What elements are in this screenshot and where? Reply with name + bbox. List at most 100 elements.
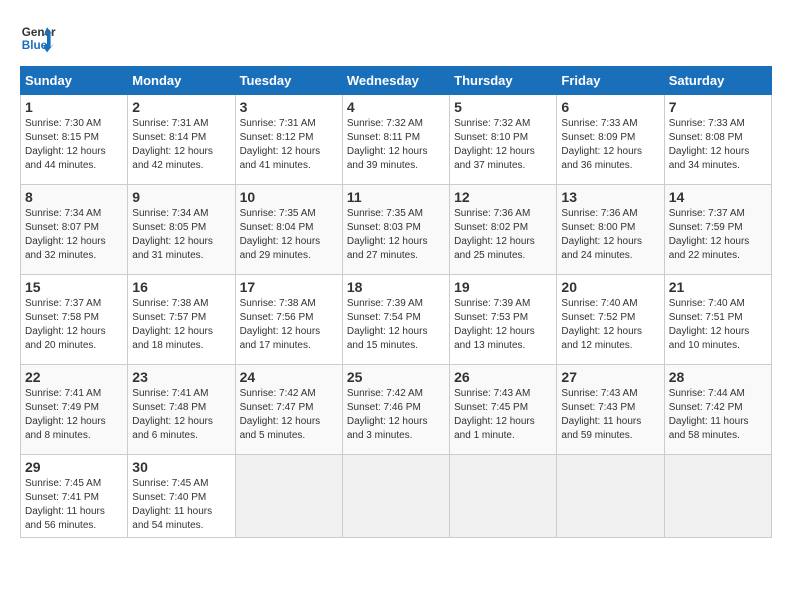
calendar-cell: 8 Sunrise: 7:34 AMSunset: 8:07 PMDayligh… (21, 185, 128, 275)
calendar-cell (235, 455, 342, 538)
day-info: Sunrise: 7:32 AMSunset: 8:11 PMDaylight:… (347, 118, 428, 171)
calendar-cell: 14 Sunrise: 7:37 AMSunset: 7:59 PMDaylig… (664, 185, 771, 275)
calendar-cell: 24 Sunrise: 7:42 AMSunset: 7:47 PMDaylig… (235, 365, 342, 455)
day-info: Sunrise: 7:44 AMSunset: 7:42 PMDaylight:… (669, 388, 749, 441)
day-info: Sunrise: 7:40 AMSunset: 7:51 PMDaylight:… (669, 298, 750, 351)
day-info: Sunrise: 7:43 AMSunset: 7:45 PMDaylight:… (454, 388, 535, 441)
day-number: 9 (132, 189, 230, 205)
day-number: 28 (669, 369, 767, 385)
calendar-cell: 17 Sunrise: 7:38 AMSunset: 7:56 PMDaylig… (235, 275, 342, 365)
day-number: 29 (25, 459, 123, 475)
day-info: Sunrise: 7:33 AMSunset: 8:09 PMDaylight:… (561, 118, 642, 171)
day-number: 30 (132, 459, 230, 475)
day-number: 6 (561, 99, 659, 115)
day-number: 27 (561, 369, 659, 385)
day-info: Sunrise: 7:41 AMSunset: 7:48 PMDaylight:… (132, 388, 213, 441)
day-number: 26 (454, 369, 552, 385)
day-info: Sunrise: 7:40 AMSunset: 7:52 PMDaylight:… (561, 298, 642, 351)
calendar-cell: 10 Sunrise: 7:35 AMSunset: 8:04 PMDaylig… (235, 185, 342, 275)
calendar-cell: 7 Sunrise: 7:33 AMSunset: 8:08 PMDayligh… (664, 95, 771, 185)
calendar-row: 8 Sunrise: 7:34 AMSunset: 8:07 PMDayligh… (21, 185, 772, 275)
calendar-cell: 20 Sunrise: 7:40 AMSunset: 7:52 PMDaylig… (557, 275, 664, 365)
day-info: Sunrise: 7:34 AMSunset: 8:05 PMDaylight:… (132, 208, 213, 261)
calendar-cell: 1 Sunrise: 7:30 AMSunset: 8:15 PMDayligh… (21, 95, 128, 185)
day-number: 20 (561, 279, 659, 295)
day-header-monday: Monday (128, 67, 235, 95)
calendar-row: 15 Sunrise: 7:37 AMSunset: 7:58 PMDaylig… (21, 275, 772, 365)
day-number: 18 (347, 279, 445, 295)
calendar-cell: 25 Sunrise: 7:42 AMSunset: 7:46 PMDaylig… (342, 365, 449, 455)
day-number: 16 (132, 279, 230, 295)
page-header: General Blue (20, 20, 772, 56)
calendar-cell: 27 Sunrise: 7:43 AMSunset: 7:43 PMDaylig… (557, 365, 664, 455)
calendar-cell: 12 Sunrise: 7:36 AMSunset: 8:02 PMDaylig… (450, 185, 557, 275)
day-info: Sunrise: 7:36 AMSunset: 8:02 PMDaylight:… (454, 208, 535, 261)
day-header-friday: Friday (557, 67, 664, 95)
day-info: Sunrise: 7:38 AMSunset: 7:56 PMDaylight:… (240, 298, 321, 351)
calendar-cell: 11 Sunrise: 7:35 AMSunset: 8:03 PMDaylig… (342, 185, 449, 275)
day-number: 14 (669, 189, 767, 205)
day-info: Sunrise: 7:36 AMSunset: 8:00 PMDaylight:… (561, 208, 642, 261)
calendar-cell: 18 Sunrise: 7:39 AMSunset: 7:54 PMDaylig… (342, 275, 449, 365)
calendar-row: 29 Sunrise: 7:45 AMSunset: 7:41 PMDaylig… (21, 455, 772, 538)
day-info: Sunrise: 7:41 AMSunset: 7:49 PMDaylight:… (25, 388, 106, 441)
day-info: Sunrise: 7:35 AMSunset: 8:04 PMDaylight:… (240, 208, 321, 261)
day-header-wednesday: Wednesday (342, 67, 449, 95)
day-info: Sunrise: 7:35 AMSunset: 8:03 PMDaylight:… (347, 208, 428, 261)
day-number: 19 (454, 279, 552, 295)
day-number: 10 (240, 189, 338, 205)
day-number: 23 (132, 369, 230, 385)
day-info: Sunrise: 7:33 AMSunset: 8:08 PMDaylight:… (669, 118, 750, 171)
day-info: Sunrise: 7:34 AMSunset: 8:07 PMDaylight:… (25, 208, 106, 261)
logo-icon: General Blue (20, 20, 56, 56)
calendar-cell: 30 Sunrise: 7:45 AMSunset: 7:40 PMDaylig… (128, 455, 235, 538)
day-number: 2 (132, 99, 230, 115)
day-info: Sunrise: 7:31 AMSunset: 8:12 PMDaylight:… (240, 118, 321, 171)
day-info: Sunrise: 7:42 AMSunset: 7:47 PMDaylight:… (240, 388, 321, 441)
day-info: Sunrise: 7:32 AMSunset: 8:10 PMDaylight:… (454, 118, 535, 171)
day-number: 25 (347, 369, 445, 385)
day-info: Sunrise: 7:37 AMSunset: 7:58 PMDaylight:… (25, 298, 106, 351)
calendar-cell: 21 Sunrise: 7:40 AMSunset: 7:51 PMDaylig… (664, 275, 771, 365)
day-number: 24 (240, 369, 338, 385)
day-number: 21 (669, 279, 767, 295)
calendar-cell: 13 Sunrise: 7:36 AMSunset: 8:00 PMDaylig… (557, 185, 664, 275)
calendar-cell: 28 Sunrise: 7:44 AMSunset: 7:42 PMDaylig… (664, 365, 771, 455)
calendar-cell (342, 455, 449, 538)
day-number: 5 (454, 99, 552, 115)
calendar-cell: 19 Sunrise: 7:39 AMSunset: 7:53 PMDaylig… (450, 275, 557, 365)
day-info: Sunrise: 7:38 AMSunset: 7:57 PMDaylight:… (132, 298, 213, 351)
calendar-row: 1 Sunrise: 7:30 AMSunset: 8:15 PMDayligh… (21, 95, 772, 185)
calendar-cell: 22 Sunrise: 7:41 AMSunset: 7:49 PMDaylig… (21, 365, 128, 455)
day-number: 12 (454, 189, 552, 205)
logo: General Blue (20, 20, 56, 56)
day-info: Sunrise: 7:45 AMSunset: 7:41 PMDaylight:… (25, 478, 105, 531)
day-number: 7 (669, 99, 767, 115)
day-header-thursday: Thursday (450, 67, 557, 95)
day-info: Sunrise: 7:39 AMSunset: 7:54 PMDaylight:… (347, 298, 428, 351)
calendar-row: 22 Sunrise: 7:41 AMSunset: 7:49 PMDaylig… (21, 365, 772, 455)
day-info: Sunrise: 7:37 AMSunset: 7:59 PMDaylight:… (669, 208, 750, 261)
calendar-cell: 9 Sunrise: 7:34 AMSunset: 8:05 PMDayligh… (128, 185, 235, 275)
calendar-cell: 23 Sunrise: 7:41 AMSunset: 7:48 PMDaylig… (128, 365, 235, 455)
calendar-cell: 3 Sunrise: 7:31 AMSunset: 8:12 PMDayligh… (235, 95, 342, 185)
calendar-cell: 2 Sunrise: 7:31 AMSunset: 8:14 PMDayligh… (128, 95, 235, 185)
day-info: Sunrise: 7:45 AMSunset: 7:40 PMDaylight:… (132, 478, 212, 531)
calendar-cell: 4 Sunrise: 7:32 AMSunset: 8:11 PMDayligh… (342, 95, 449, 185)
day-info: Sunrise: 7:30 AMSunset: 8:15 PMDaylight:… (25, 118, 106, 171)
calendar-table: SundayMondayTuesdayWednesdayThursdayFrid… (20, 66, 772, 538)
day-number: 13 (561, 189, 659, 205)
calendar-cell (664, 455, 771, 538)
day-header-saturday: Saturday (664, 67, 771, 95)
day-info: Sunrise: 7:42 AMSunset: 7:46 PMDaylight:… (347, 388, 428, 441)
day-header-sunday: Sunday (21, 67, 128, 95)
day-number: 15 (25, 279, 123, 295)
day-header-tuesday: Tuesday (235, 67, 342, 95)
day-number: 3 (240, 99, 338, 115)
svg-text:Blue: Blue (22, 39, 48, 52)
calendar-cell (557, 455, 664, 538)
day-number: 1 (25, 99, 123, 115)
day-info: Sunrise: 7:39 AMSunset: 7:53 PMDaylight:… (454, 298, 535, 351)
calendar-cell: 29 Sunrise: 7:45 AMSunset: 7:41 PMDaylig… (21, 455, 128, 538)
calendar-cell (450, 455, 557, 538)
